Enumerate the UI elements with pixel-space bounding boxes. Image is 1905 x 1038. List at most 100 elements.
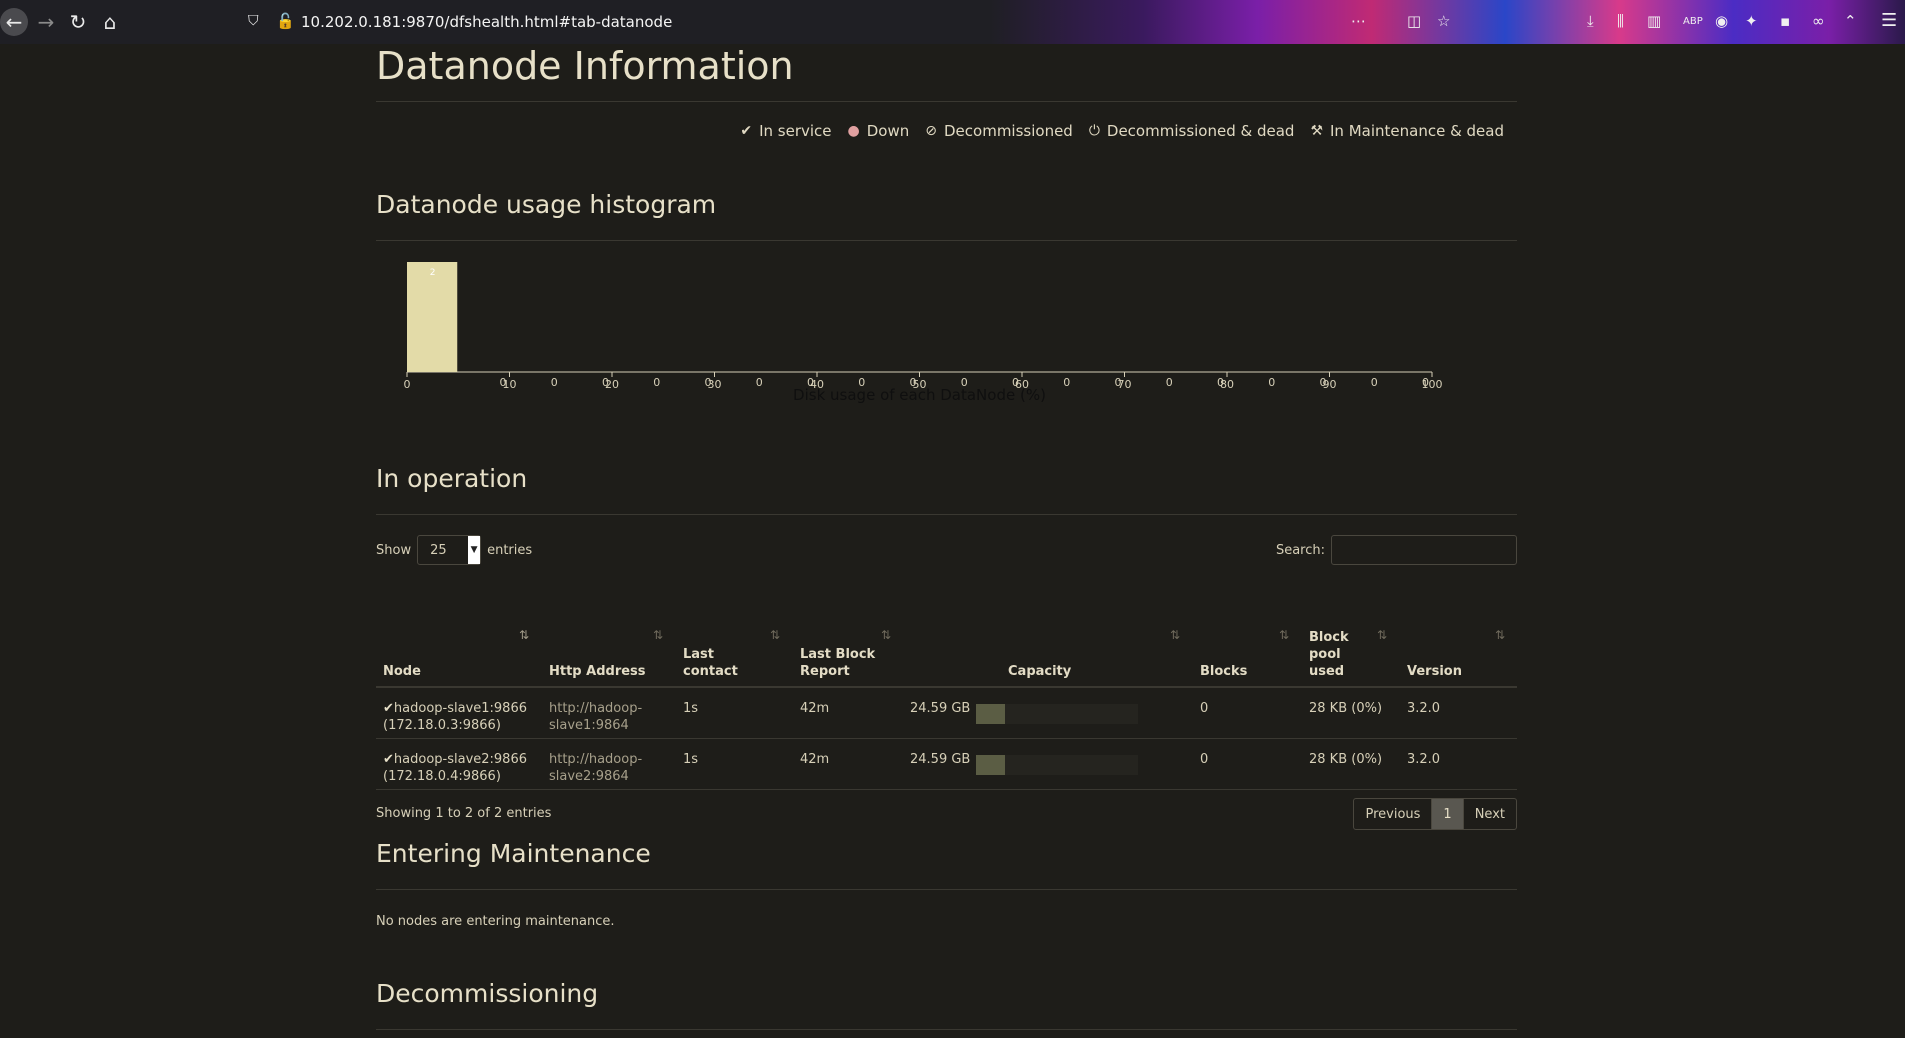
entering-maintenance-message: No nodes are entering maintenance.: [376, 914, 615, 929]
last-block-report-cell: 42m: [800, 701, 830, 716]
x-tick-label: 100: [1422, 378, 1443, 391]
col-version[interactable]: Version: [1407, 663, 1462, 680]
usage-histogram: 2 0 0 0 0 0 0 0 0 0 0 0 0 0 0 0 0 0 0 0 0 10 20 30 40 50 60 70 80 90 1…: [376, 262, 1517, 462]
url-bar[interactable]: 10.202.0.181:9870/dfshealth.html#tab-dat…: [301, 13, 672, 31]
table-row: ✔hadoop-slave1:9866 (172.18.0.3:9866) http…: [376, 688, 1517, 739]
divider: [376, 101, 1517, 102]
col-last-contact[interactable]: Last contact: [683, 646, 753, 680]
http-address-line2[interactable]: slave1:9864: [549, 718, 629, 733]
download-icon[interactable]: ⤓: [1587, 12, 1594, 30]
x-tick-label: 20: [605, 378, 619, 391]
next-button[interactable]: Next: [1464, 799, 1516, 829]
capacity-bar: [976, 755, 1138, 775]
home-icon[interactable]: ⌂: [96, 8, 124, 36]
insecure-lock-icon[interactable]: 🔓: [276, 12, 295, 30]
x-tick-label: 90: [1323, 378, 1337, 391]
forward-icon[interactable]: →: [32, 8, 60, 36]
search-input[interactable]: [1331, 535, 1517, 565]
blocks-cell: 0: [1200, 752, 1209, 767]
search-label: Search:: [1275, 542, 1325, 558]
x-tick-label: 10: [503, 378, 517, 391]
node-ip: (172.18.0.4:9866): [383, 769, 501, 784]
sidebar-icon[interactable]: ▥: [1647, 12, 1661, 30]
page-size-control: Show 25 ▼ entries: [376, 535, 532, 565]
extension-yellow-icon[interactable]: ▪: [1780, 12, 1790, 30]
node-cell: ✔hadoop-slave2:9866 (172.18.0.4:9866): [383, 751, 527, 785]
col-capacity[interactable]: Capacity: [1008, 663, 1071, 680]
http-address-line2[interactable]: slave2:9864: [549, 769, 629, 784]
col-block-pool-used[interactable]: Block pool used: [1309, 629, 1359, 680]
bar-value-label: 0: [756, 376, 763, 389]
previous-button[interactable]: Previous: [1354, 799, 1433, 829]
sort-icon[interactable]: ⇅: [1170, 628, 1180, 642]
legend-maintenance-dead: ⚒ In Maintenance & dead: [1310, 122, 1504, 140]
col-last-block-report[interactable]: Last Block Report: [800, 646, 880, 680]
page-1-button[interactable]: 1: [1432, 799, 1464, 829]
bar-value-label: 0: [1371, 376, 1378, 389]
block-pool-used-cell: 28 KB (0%): [1309, 701, 1383, 716]
table-info: Showing 1 to 2 of 2 entries: [376, 806, 552, 821]
shield-icon[interactable]: ⛉: [248, 13, 259, 29]
back-icon[interactable]: ←: [0, 8, 28, 36]
ghost-icon[interactable]: ◉: [1715, 12, 1728, 30]
col-blocks[interactable]: Blocks: [1200, 663, 1247, 680]
sort-icon[interactable]: ⇅: [770, 628, 780, 642]
pagination: Previous 1 Next: [1353, 798, 1517, 830]
up-icon[interactable]: ⌃: [1844, 12, 1857, 30]
last-block-report-cell: 42m: [800, 752, 830, 767]
library-icon[interactable]: ⫼: [1617, 12, 1624, 30]
reload-icon[interactable]: ↻: [64, 8, 92, 36]
node-name: hadoop-slave2:9866: [393, 752, 527, 767]
legend-label: Down: [866, 122, 910, 140]
divider: [376, 514, 1517, 515]
capacity-bar-fill: [976, 755, 1006, 775]
blocks-cell: 0: [1200, 701, 1209, 716]
http-address-cell[interactable]: http://hadoop-slave1:9864: [549, 700, 642, 734]
search-control: Search:: [1276, 535, 1517, 565]
pocket-icon[interactable]: ◫: [1407, 12, 1421, 30]
sort-icon[interactable]: ⇅: [653, 628, 663, 642]
sort-icon[interactable]: ⇅: [1279, 628, 1289, 642]
http-address-line1[interactable]: http://hadoop-: [549, 701, 642, 716]
extension-icon[interactable]: ✦: [1745, 12, 1758, 30]
capacity-bar: [976, 704, 1138, 724]
sort-icon[interactable]: ⇅: [881, 628, 891, 642]
col-http-address[interactable]: Http Address: [549, 663, 646, 680]
exclamation-icon: ●: [847, 123, 860, 139]
capacity-cell: 24.59 GB: [910, 701, 971, 716]
col-node[interactable]: Node: [383, 663, 421, 680]
x-axis-label: Disk usage of each DataNode (%): [793, 386, 1046, 404]
sort-icon[interactable]: ⇅: [1377, 628, 1387, 642]
page-size-value: 25: [430, 542, 447, 558]
show-label: Show: [376, 542, 412, 558]
node-cell: ✔hadoop-slave1:9866 (172.18.0.3:9866): [383, 700, 527, 734]
table-header: Node ⇅ Http Address ⇅ Last contact ⇅ Las…: [376, 582, 1517, 688]
node-name: hadoop-slave1:9866: [393, 701, 527, 716]
menu-icon[interactable]: ☰: [1881, 10, 1897, 31]
http-address-cell[interactable]: http://hadoop-slave2:9864: [549, 751, 642, 785]
check-icon: ✔: [383, 752, 394, 767]
x-tick-label: 0: [404, 378, 411, 391]
more-icon[interactable]: ⋯: [1351, 12, 1366, 30]
page-size-select[interactable]: 25 ▼: [417, 535, 482, 565]
status-legend: ✔ In service ● Down ⊘ Decommissioned ⏻ D…: [740, 122, 1504, 140]
entries-label: entries: [487, 542, 533, 558]
table-row: ✔hadoop-slave2:9866 (172.18.0.4:9866) http…: [376, 739, 1517, 790]
x-tick-label: 80: [1220, 378, 1234, 391]
abp-icon[interactable]: ABP: [1683, 16, 1703, 27]
legend-label: In service: [759, 122, 832, 140]
capacity-bar-fill: [976, 704, 1006, 724]
legend-decommissioned-dead: ⏻ Decommissioned & dead: [1089, 122, 1295, 140]
sort-asc-icon[interactable]: ⇅: [519, 628, 529, 642]
x-tick-label: 30: [708, 378, 722, 391]
wrench-icon: ⚒: [1310, 123, 1323, 139]
bookmark-star-icon[interactable]: ☆: [1437, 12, 1450, 30]
bar-value-label: 2: [430, 268, 436, 278]
glasses-icon[interactable]: ∞: [1812, 12, 1825, 30]
bar-value-label: 0: [653, 376, 660, 389]
divider: [376, 1029, 1517, 1030]
sort-icon[interactable]: ⇅: [1495, 628, 1505, 642]
chevron-down-icon: ▼: [468, 536, 481, 564]
http-address-line1[interactable]: http://hadoop-: [549, 752, 642, 767]
last-contact-cell: 1s: [683, 752, 699, 767]
